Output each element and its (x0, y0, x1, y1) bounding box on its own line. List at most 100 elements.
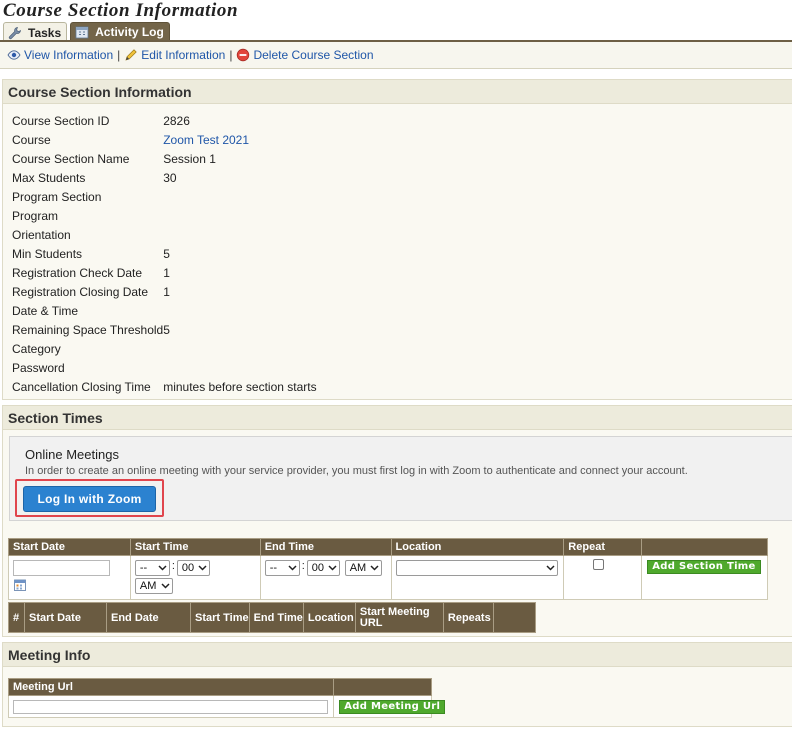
section-times-list: # Start Date End Date Start Time End Tim… (8, 602, 536, 633)
info-value: 5 (163, 246, 170, 261)
edit-information-link[interactable]: Edit Information (124, 48, 225, 62)
info-label: Registration Check Date (12, 265, 143, 280)
end-ampm-value: AM (349, 562, 367, 574)
log-in-with-zoom-button[interactable]: Log In with Zoom (23, 486, 156, 512)
list-header-location: Location (302, 602, 356, 633)
tab-activity-log-label: Activity Log (95, 25, 164, 39)
info-label: Orientation (12, 227, 71, 242)
chevron-down-icon (198, 565, 207, 571)
end-hour-value: -- (269, 562, 278, 574)
info-value: Zoom Test 2021 (163, 130, 316, 149)
view-information-link[interactable]: View Information (7, 48, 113, 62)
tab-activity-log[interactable]: Activity Log (70, 22, 170, 41)
info-label: Min Students (12, 246, 83, 261)
location-select[interactable] (395, 560, 558, 576)
start-minute-select[interactable]: 00 (176, 560, 210, 576)
info-row: Course Section ID 2826 (11, 111, 317, 130)
info-value (163, 358, 316, 377)
delete-course-section-label: Delete Course Section (253, 48, 374, 62)
section-times-panel: Section Times Online Meetings In order t… (2, 405, 792, 637)
info-label: Course Section Name (12, 151, 130, 166)
info-value: Session 1 (163, 151, 216, 166)
meeting-info-form: Meeting Url Add Meeting Url (7, 678, 446, 718)
calendar-picker-icon[interactable] (14, 579, 26, 591)
delete-course-section-link[interactable]: Delete Course Section (236, 48, 374, 62)
info-label: Course Section ID (12, 113, 110, 128)
start-hour-select[interactable]: -- (134, 560, 170, 576)
info-row: Category (11, 339, 317, 358)
add-meeting-url-button[interactable]: Add Meeting Url (339, 700, 446, 714)
end-minute-value: 00 (311, 562, 324, 574)
header-end-time: End Time (259, 538, 392, 556)
info-row: Max Students 30 (11, 168, 317, 187)
start-date-input[interactable] (13, 560, 110, 576)
calendar-icon (75, 26, 89, 39)
info-row: Registration Check Date 1 (11, 263, 317, 282)
header-start-time: Start Time (129, 538, 261, 556)
meeting-info-panel: Meeting Info Meeting Url Add Meeting Url (2, 642, 792, 727)
info-label: Category (12, 341, 61, 356)
info-value (163, 206, 316, 225)
info-label: Max Students (12, 170, 86, 185)
end-time-colon: : (301, 560, 305, 572)
info-label: Remaining Space Threshold (12, 322, 164, 337)
edit-information-label: Edit Information (141, 48, 226, 62)
header-start-date: Start Date (8, 538, 131, 556)
info-label: Registration Closing Date (12, 284, 149, 299)
end-hour-select[interactable]: -- (264, 560, 300, 576)
header-location: Location (390, 538, 565, 556)
meeting-url-input[interactable] (13, 700, 328, 714)
info-label: Password (12, 360, 65, 375)
course-section-info-table: Course Section ID 2826 Course Zoom Test 202… (11, 111, 317, 396)
course-section-info-panel: Course Section Information Course Sectio… (2, 79, 792, 400)
info-value: minutes before section starts (163, 379, 317, 394)
chevron-down-icon (328, 565, 337, 571)
end-minute-select[interactable]: 00 (306, 560, 340, 576)
info-label: Course (12, 132, 51, 147)
pencil-icon (125, 49, 137, 61)
list-header-start-time: Start Time (190, 602, 250, 633)
info-label: Cancellation Closing Time (12, 379, 151, 394)
section-time-form: Start Date Start Time End Time Location … (8, 538, 768, 600)
info-row: Password (11, 358, 317, 377)
eye-icon (7, 50, 21, 60)
info-row: Registration Closing Date 1 (11, 282, 317, 301)
chevron-down-icon (288, 565, 297, 571)
tab-tasks[interactable]: Tasks (3, 22, 68, 42)
view-information-label: View Information (24, 48, 114, 62)
header-meeting-action (333, 678, 432, 696)
start-time-colon: : (171, 560, 175, 572)
info-value (163, 339, 316, 358)
start-hour-value: -- (139, 562, 148, 574)
add-section-time-button[interactable]: Add Section Time (647, 560, 761, 574)
chevron-down-icon (370, 565, 379, 571)
course-link[interactable]: Zoom Test 2021 (163, 133, 249, 147)
online-meetings-title: Online Meetings (25, 447, 119, 462)
toolbar-separator: | (229, 48, 233, 62)
info-value (163, 187, 316, 206)
info-row: Program Section (11, 187, 317, 206)
info-row: Program (11, 206, 317, 225)
list-header-end-time: End Time (248, 602, 304, 633)
start-minute-value: 00 (181, 562, 195, 574)
online-meetings-box: Online Meetings In order to create an on… (9, 436, 792, 521)
section-times-heading: Section Times (3, 406, 792, 430)
info-label: Date & Time (12, 303, 79, 318)
info-row: Cancellation Closing Time minutes before … (11, 377, 317, 396)
toolbar-separator: | (117, 48, 121, 62)
info-label: Program (12, 208, 59, 223)
repeat-checkbox[interactable] (593, 559, 605, 570)
info-value: 2826 (163, 113, 190, 128)
meeting-info-heading: Meeting Info (3, 643, 792, 667)
list-header-repeats: Repeats (442, 602, 494, 633)
info-value: 5 (163, 322, 170, 337)
header-repeat: Repeat (563, 538, 643, 556)
header-action (641, 538, 768, 556)
info-value (163, 225, 316, 244)
end-ampm-select[interactable]: AM (344, 560, 382, 576)
online-meetings-description: In order to create an online meeting wit… (25, 465, 688, 477)
action-toolbar: View Information | Edit Information | De… (0, 42, 792, 69)
list-header-actions (492, 602, 536, 633)
start-ampm-select[interactable]: AM (134, 578, 173, 594)
zoom-login-highlight: Log In with Zoom (15, 479, 164, 517)
